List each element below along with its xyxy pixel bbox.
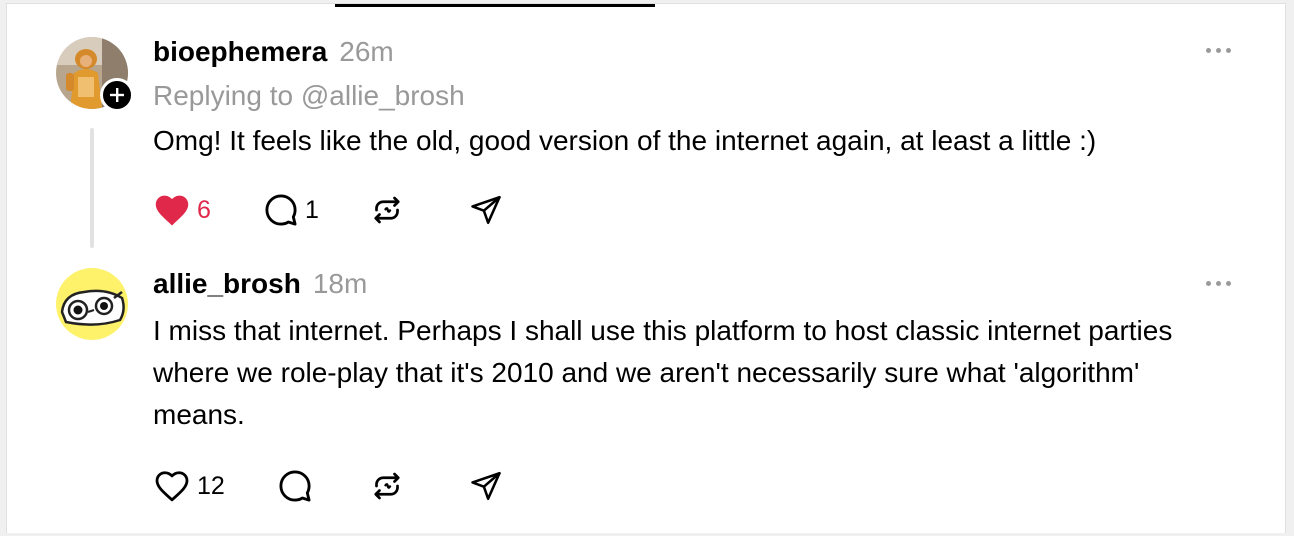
reply-button[interactable]: 1 bbox=[263, 190, 319, 230]
thread-line bbox=[90, 128, 94, 248]
more-options-button[interactable] bbox=[1200, 273, 1236, 293]
active-tab-indicator bbox=[335, 4, 655, 7]
dot bbox=[1205, 280, 1211, 286]
comment-icon bbox=[265, 194, 297, 226]
repost-button[interactable] bbox=[369, 466, 405, 506]
dot bbox=[1225, 47, 1231, 53]
reply-count: 1 bbox=[305, 195, 319, 224]
repost-icon bbox=[374, 472, 400, 500]
like-count: 12 bbox=[197, 471, 225, 500]
reply-button[interactable] bbox=[277, 466, 319, 506]
like-button[interactable]: 6 bbox=[153, 190, 211, 230]
timestamp[interactable]: 18m bbox=[313, 268, 367, 300]
dot bbox=[1225, 280, 1231, 286]
cartoon-face-avatar bbox=[56, 268, 128, 340]
send-icon bbox=[471, 471, 501, 501]
follow-button[interactable] bbox=[100, 78, 134, 112]
comment-icon bbox=[279, 470, 311, 502]
plus-icon bbox=[110, 88, 124, 102]
like-count: 6 bbox=[197, 195, 211, 224]
heart-outline-icon bbox=[155, 471, 189, 502]
post-header: bioephemera 26m bbox=[153, 36, 394, 68]
dot bbox=[1215, 47, 1221, 53]
share-button[interactable] bbox=[469, 190, 503, 230]
more-options-button[interactable] bbox=[1200, 40, 1236, 60]
repost-button[interactable] bbox=[369, 190, 405, 230]
heart-filled-icon bbox=[155, 195, 189, 226]
post-actions: 6 1 bbox=[153, 190, 553, 230]
like-button[interactable]: 12 bbox=[153, 466, 225, 506]
post-header: allie_brosh 18m bbox=[153, 268, 367, 300]
repost-icon bbox=[374, 196, 400, 224]
timestamp[interactable]: 26m bbox=[339, 36, 393, 68]
replying-to-label[interactable]: Replying to @allie_brosh bbox=[153, 80, 465, 112]
post-actions: 12 bbox=[153, 466, 553, 506]
thread-panel: bioephemera 26m Replying to @allie_brosh… bbox=[6, 3, 1286, 533]
share-button[interactable] bbox=[469, 466, 503, 506]
avatar[interactable] bbox=[56, 268, 128, 340]
dot bbox=[1215, 280, 1221, 286]
post-text: Omg! It feels like the old, good version… bbox=[153, 125, 1097, 156]
username[interactable]: bioephemera bbox=[153, 36, 327, 68]
post-text: I miss that internet. Perhaps I shall us… bbox=[153, 315, 1173, 430]
send-icon bbox=[471, 195, 501, 225]
dot bbox=[1205, 47, 1211, 53]
username[interactable]: allie_brosh bbox=[153, 268, 301, 300]
